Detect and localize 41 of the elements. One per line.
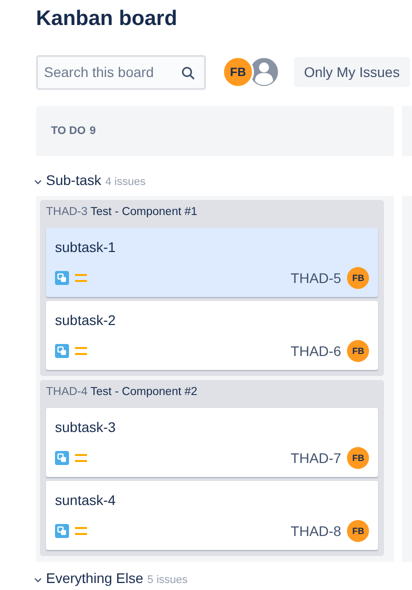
issue-key[interactable]: THAD-6 <box>290 343 342 359</box>
priority-icon <box>75 454 87 462</box>
card-title: suntask-4 <box>55 491 117 509</box>
column-title: TO DO <box>51 125 86 137</box>
issue-count: 4 issues <box>105 176 146 188</box>
issue-key[interactable]: THAD-8 <box>290 523 342 539</box>
parent-summary: Test - Component #1 <box>90 206 198 218</box>
subtask-icon <box>55 524 69 538</box>
subtask-icon <box>55 271 69 285</box>
issue-card[interactable]: suntask-4 THAD-8 FB <box>46 481 378 550</box>
assignee-avatar: FB <box>347 520 370 542</box>
search-field[interactable]: Search this board <box>36 54 206 90</box>
priority-icon <box>75 347 87 355</box>
subtask-icon <box>55 344 69 358</box>
parent-key[interactable]: THAD-4 <box>46 386 88 398</box>
issue-key[interactable]: THAD-7 <box>290 450 342 466</box>
assignee-avatar: FB <box>347 267 370 289</box>
assignee-avatar: FB <box>347 340 370 362</box>
issue-card[interactable]: subtask-2 THAD-6 FB <box>46 301 378 370</box>
assignee-avatar: FB <box>347 447 370 469</box>
filter-button[interactable]: Only My Issues <box>294 57 410 87</box>
subtask-icon <box>55 451 69 465</box>
board-title: Kanban board <box>36 6 178 32</box>
swimlane-title[interactable]: Everything Else <box>46 570 144 586</box>
column-count: 9 <box>90 125 96 137</box>
issue-count: 5 issues <box>147 574 188 586</box>
issue-card[interactable]: subtask-3 THAD-7 FB <box>46 408 378 477</box>
parent-summary: Test - Component #2 <box>90 386 198 398</box>
search-icon <box>181 66 195 80</box>
user-avatar[interactable]: FB <box>222 56 254 88</box>
card-title: subtask-2 <box>55 311 117 329</box>
chevron-icon[interactable] <box>34 577 42 583</box>
priority-icon <box>75 274 87 282</box>
priority-icon <box>75 527 87 535</box>
card-title: subtask-3 <box>55 418 117 436</box>
card-title: subtask-1 <box>55 238 117 256</box>
issue-card[interactable]: subtask-1 THAD-5 FB <box>46 228 378 297</box>
swimlane-title[interactable]: Sub-task <box>46 172 102 188</box>
parent-key[interactable]: THAD-3 <box>46 206 88 218</box>
chevron-icon[interactable] <box>34 179 42 185</box>
issue-key[interactable]: THAD-5 <box>290 270 342 286</box>
